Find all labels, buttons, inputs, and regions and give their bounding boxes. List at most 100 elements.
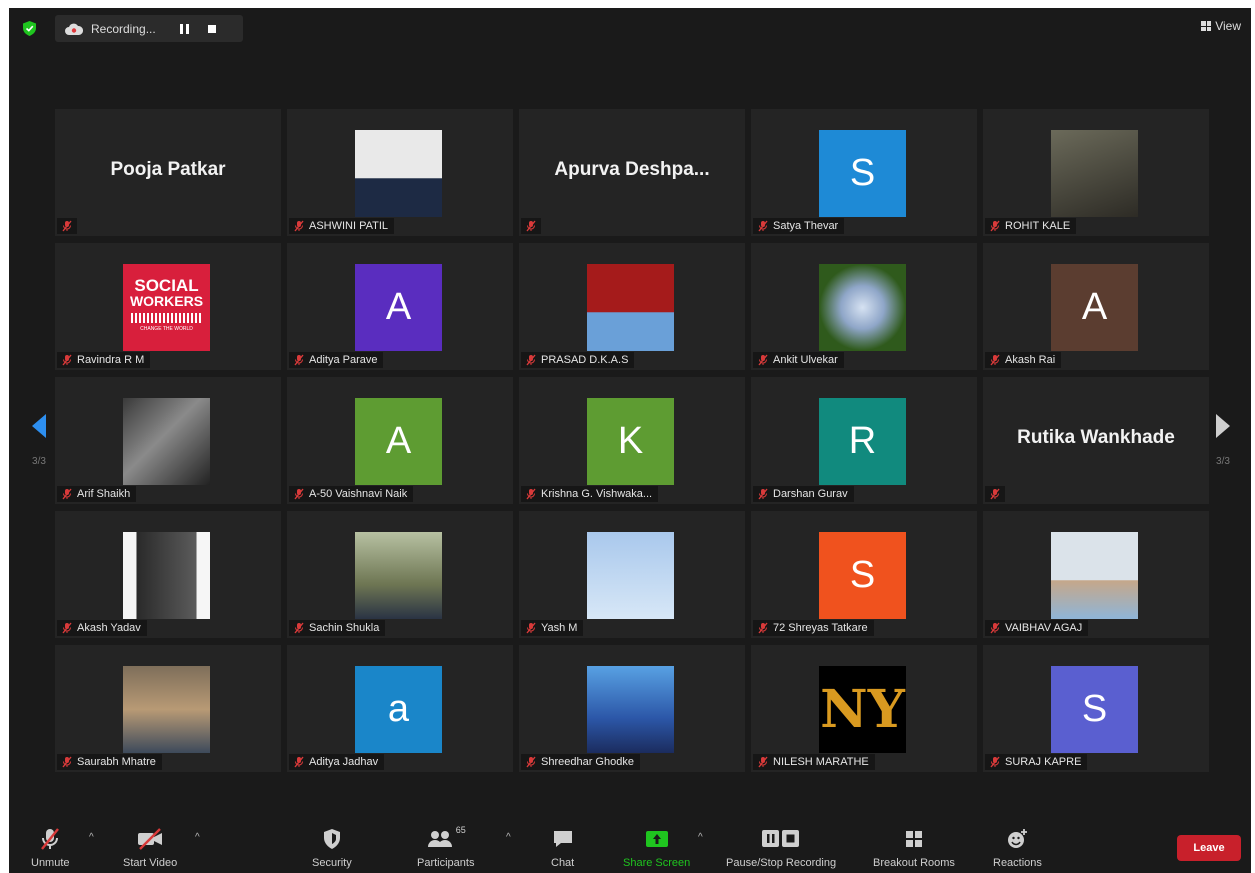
participant-nametag: A-50 Vaishnavi Naik [289, 486, 414, 502]
participant-tile[interactable]: A Akash Rai [983, 243, 1209, 370]
next-page-button[interactable]: 3/3 [1207, 392, 1239, 488]
muted-mic-icon [62, 488, 72, 500]
participant-tile[interactable]: S Satya Thevar [751, 109, 977, 236]
participant-tile[interactable]: SOCIAL WORKERS CHANGE THE WORLD Ravindra R … [55, 243, 281, 370]
participant-tile[interactable]: R Darshan Gurav [751, 377, 977, 504]
participant-photo [123, 532, 210, 619]
start-video-button[interactable]: Start Video [123, 825, 177, 869]
participant-tile[interactable]: ROHIT KALE [983, 109, 1209, 236]
avatar-letter: R [819, 398, 906, 485]
muted-mic-icon [294, 488, 304, 500]
share-options-caret-icon[interactable]: ^ [698, 832, 703, 843]
page-indicator-right: 3/3 [1216, 455, 1230, 467]
pause-stop-recording-button[interactable]: Pause/Stop Recording [726, 825, 836, 869]
view-button[interactable]: View [1201, 19, 1241, 33]
leave-button[interactable]: Leave [1177, 835, 1241, 861]
participant-name: Yash M [541, 622, 578, 634]
participant-nametag: Yash M [521, 620, 584, 636]
participants-label: Participants [417, 857, 475, 869]
grid-view-icon [1201, 21, 1212, 31]
avatar-letter: A [1051, 264, 1138, 351]
avatar-letter: A [355, 264, 442, 351]
participant-nametag: ROHIT KALE [985, 218, 1077, 234]
participant-tile[interactable]: K Krishna G. Vishwaka... [519, 377, 745, 504]
participants-icon: 65 [426, 825, 466, 853]
muted-mic-icon [990, 220, 1000, 232]
participant-name: Aditya Jadhav [309, 756, 379, 768]
participant-photo [123, 666, 210, 753]
muted-mic-icon [526, 488, 536, 500]
participant-tile[interactable]: NY NILESH MARATHE [751, 645, 977, 772]
participant-tile[interactable]: ASHWINI PATIL [287, 109, 513, 236]
participant-nametag: Akash Rai [985, 352, 1062, 368]
stop-recording-button[interactable] [207, 24, 216, 33]
muted-mic-icon [294, 220, 304, 232]
participant-nametag: NILESH MARATHE [753, 754, 875, 770]
participant-nametag: Ankit Ulvekar [753, 352, 844, 368]
participant-nametag [57, 218, 77, 234]
encryption-shield-icon[interactable] [23, 21, 36, 36]
participant-nametag: PRASAD D.K.A.S [521, 352, 635, 368]
participant-photo [355, 532, 442, 619]
muted-mic-icon [62, 622, 72, 634]
breakout-rooms-label: Breakout Rooms [873, 857, 955, 869]
participant-tile[interactable]: Rutika Wankhade [983, 377, 1209, 504]
muted-mic-icon [758, 488, 768, 500]
share-screen-button[interactable]: Share Screen [623, 825, 690, 869]
pause-recording-button[interactable] [179, 23, 190, 34]
participant-tile[interactable]: Sachin Shukla [287, 511, 513, 638]
muted-mic-icon [758, 622, 768, 634]
participant-name: Arif Shaikh [77, 488, 131, 500]
participant-name: A-50 Vaishnavi Naik [309, 488, 408, 500]
participant-nametag: Saurabh Mhatre [57, 754, 162, 770]
participants-button[interactable]: 65 Participants [417, 825, 474, 869]
previous-page-button[interactable]: 3/3 [23, 392, 55, 488]
chevron-right-icon [1216, 413, 1230, 438]
participant-display-name: Rutika Wankhade [1017, 427, 1175, 448]
muted-mic-icon [526, 756, 536, 768]
participant-tile[interactable]: Arif Shaikh [55, 377, 281, 504]
participant-name: Aditya Parave [309, 354, 378, 366]
participant-tile[interactable]: S SURAJ KAPRE [983, 645, 1209, 772]
participant-name: Akash Rai [1005, 354, 1056, 366]
reactions-button[interactable]: Reactions [993, 825, 1042, 869]
video-off-icon [136, 825, 164, 853]
participant-name: SURAJ KAPRE [1005, 756, 1082, 768]
participant-tile[interactable]: Akash Yadav [55, 511, 281, 638]
participant-name: NILESH MARATHE [773, 756, 869, 768]
security-button[interactable]: Security [312, 825, 352, 869]
avatar-letter: S [819, 130, 906, 217]
breakout-rooms-button[interactable]: Breakout Rooms [873, 825, 955, 869]
participant-display-name: Apurva Deshpa... [554, 159, 710, 180]
logo-text-line: SOCIAL [134, 276, 199, 295]
muted-mic-icon [990, 488, 1000, 500]
muted-microphone-icon [37, 825, 63, 853]
muted-mic-icon [990, 354, 1000, 366]
participant-nametag: Shreedhar Ghodke [521, 754, 640, 770]
recording-label: Recording... [91, 21, 156, 36]
participant-tile[interactable]: Shreedhar Ghodke [519, 645, 745, 772]
participant-tile[interactable]: Yash M [519, 511, 745, 638]
participant-tile[interactable]: S 72 Shreyas Tatkare [751, 511, 977, 638]
participant-nametag: ASHWINI PATIL [289, 218, 395, 234]
video-options-caret-icon[interactable]: ^ [195, 832, 200, 843]
breakout-rooms-icon [904, 825, 924, 853]
unmute-button[interactable]: Unmute [31, 825, 70, 869]
participant-tile[interactable]: a Aditya Jadhav [287, 645, 513, 772]
participant-tile[interactable]: Ankit Ulvekar [751, 243, 977, 370]
participant-tile[interactable]: A Aditya Parave [287, 243, 513, 370]
audio-options-caret-icon[interactable]: ^ [89, 832, 94, 843]
participant-tile[interactable]: VAIBHAV AGAJ [983, 511, 1209, 638]
participants-options-caret-icon[interactable]: ^ [506, 832, 511, 843]
chat-bubble-icon [552, 825, 574, 853]
view-label: View [1215, 19, 1241, 33]
participant-tile[interactable]: Saurabh Mhatre [55, 645, 281, 772]
participant-tile[interactable]: Apurva Deshpa... [519, 109, 745, 236]
participant-tile[interactable]: PRASAD D.K.A.S [519, 243, 745, 370]
participant-tile[interactable]: Pooja Patkar [55, 109, 281, 236]
chat-button[interactable]: Chat [551, 825, 574, 869]
participant-tile[interactable]: A A-50 Vaishnavi Naik [287, 377, 513, 504]
participant-photo [355, 130, 442, 217]
reactions-label: Reactions [993, 857, 1042, 869]
participant-name: ROHIT KALE [1005, 220, 1071, 232]
